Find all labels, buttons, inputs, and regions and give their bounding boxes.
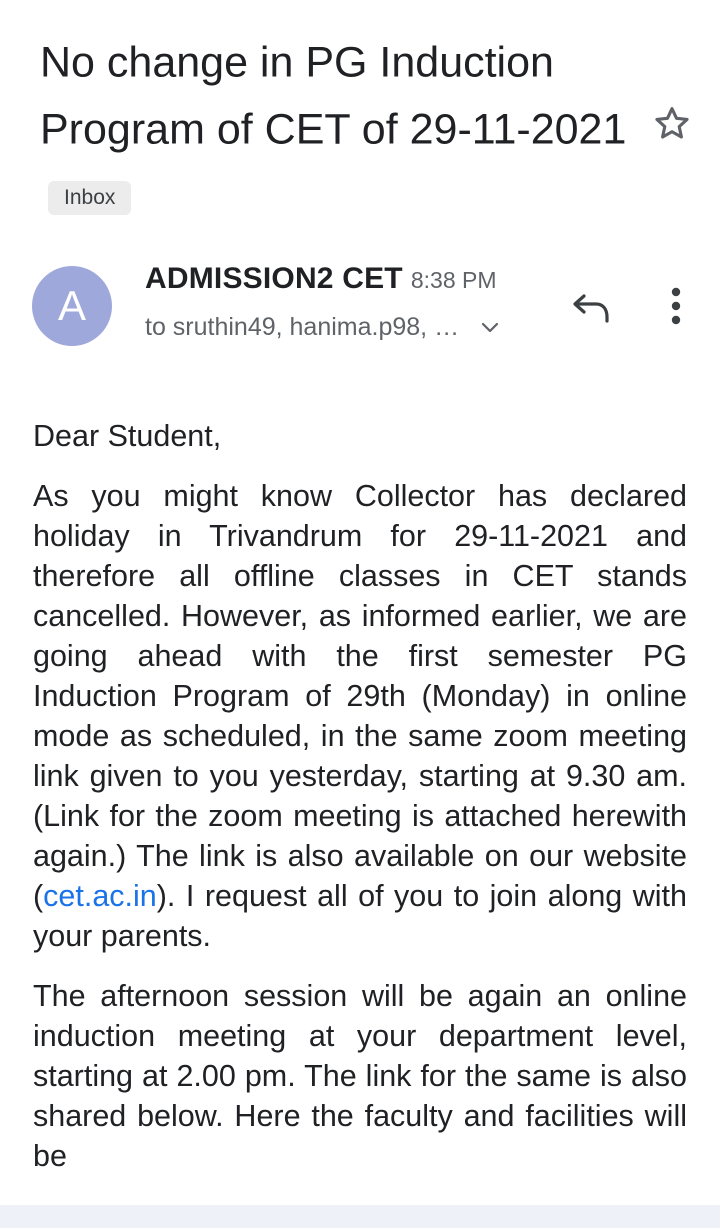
inbox-label-chip[interactable]: Inbox: [48, 180, 132, 215]
body-paragraph-1: As you might know Collector has declared…: [33, 476, 687, 956]
greeting: Dear Student,: [33, 419, 222, 453]
chevron-down-icon: [481, 323, 499, 333]
subject-text: No change in PG Induction Program of CET…: [40, 38, 627, 154]
website-link[interactable]: cet.ac.in: [43, 879, 157, 913]
sent-time: 8:38 PM: [410, 267, 497, 293]
bottom-bar: [0, 1205, 720, 1228]
paragraph-1-text-start: As you might know Collector has declared…: [33, 479, 687, 913]
star-icon[interactable]: [650, 102, 694, 146]
recipients-toggle[interactable]: to sruthin49, hanima.p98, …: [145, 313, 500, 342]
more-options-icon[interactable]: [656, 284, 696, 328]
sender-name[interactable]: ADMISSION2 CET: [145, 262, 403, 295]
avatar[interactable]: A: [32, 266, 112, 346]
email-body: Dear Student, As you might know Collecto…: [33, 416, 687, 1196]
reply-icon[interactable]: [570, 284, 614, 328]
email-subject: No change in PG Induction Program of CET…: [40, 28, 630, 225]
sender-row: ADMISSION2 CET 8:38 PM: [145, 262, 497, 296]
body-paragraph-2: The afternoon session will be again an o…: [33, 979, 687, 1173]
recipients-text: to sruthin49, hanima.p98, …: [145, 313, 460, 341]
